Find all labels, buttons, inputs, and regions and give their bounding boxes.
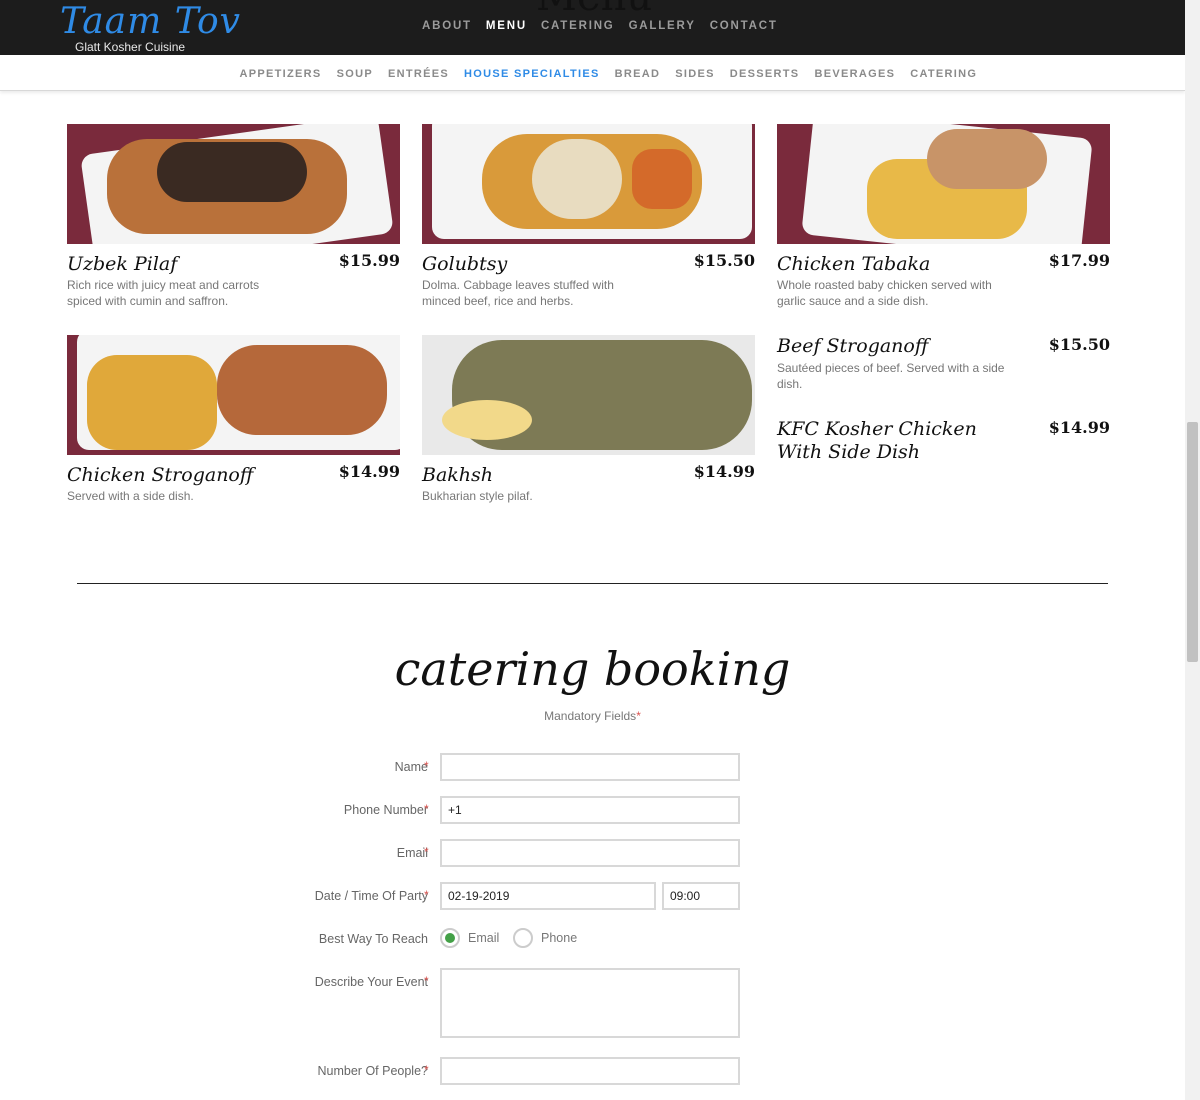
dish-name: Beef Stroganoff [777, 335, 929, 357]
dish-description: Sautéed pieces of beef. Served with a si… [777, 361, 1005, 391]
menu-item-chicken-stroganoff: Chicken Stroganoff $14.99 Served with a … [67, 335, 400, 504]
dish-price: $15.50 [1048, 335, 1110, 354]
reach-label: Best Way To Reach [318, 932, 428, 946]
category-appetizers[interactable]: APPETIZERS [232, 68, 329, 80]
form-title: catering booking [394, 642, 791, 696]
menu-item-golubtsy: Golubtsy $15.50 Dolma. Cabbage leaves st… [422, 124, 755, 309]
time-input[interactable] [662, 882, 740, 910]
category-bread[interactable]: BREAD [607, 68, 668, 80]
dish-description: Whole roasted baby chicken served with g… [777, 278, 992, 308]
mandatory-note: Mandatory Fields* [544, 709, 641, 723]
required-mark: * [424, 759, 429, 773]
menu-item-beef-stroganoff: Beef Stroganoff $15.50 Sautéed pieces of… [777, 335, 1110, 392]
section-divider [77, 583, 1108, 584]
dish-name: Uzbek Pilaf [67, 253, 178, 275]
category-house-specialties[interactable]: HOUSE SPECIALTIES [457, 68, 608, 80]
menu-item-uzbek-pilaf: Uzbek Pilaf $15.99 Rich rice with juicy … [67, 124, 400, 309]
dish-description: Rich rice with juicy meat and carrots sp… [67, 278, 260, 308]
nav-gallery[interactable]: GALLERY [622, 20, 703, 32]
reach-email-label: Email [468, 931, 500, 945]
dish-name: Bakhsh [422, 464, 494, 486]
category-catering[interactable]: CATERING [903, 68, 985, 80]
dish-price: $14.99 [1048, 418, 1110, 437]
dish-photo [422, 335, 755, 455]
dish-description: Dolma. Cabbage leaves stuffed with mince… [422, 278, 614, 308]
required-mark: * [424, 845, 429, 859]
nav-about[interactable]: ABOUT [415, 20, 479, 32]
page-scrollbar[interactable] [1185, 0, 1200, 1100]
dish-price: $17.99 [1048, 251, 1110, 270]
nav-contact[interactable]: CONTACT [703, 20, 785, 32]
phone-label: Phone Number [343, 803, 428, 817]
phone-input[interactable] [440, 796, 740, 824]
event-label: Describe Your Event [314, 975, 428, 989]
main-nav: ABOUT MENU CATERING GALLERY CONTACT [415, 20, 785, 32]
category-entrees[interactable]: ENTRÉES [380, 68, 456, 80]
nav-menu[interactable]: MENU [479, 20, 534, 32]
brand-name: Taam Tov [60, 1, 241, 42]
category-desserts[interactable]: DESSERTS [722, 68, 807, 80]
event-textarea[interactable] [440, 968, 740, 1038]
dish-description: Served with a side dish. [67, 489, 194, 503]
menu-item-bakhsh: Bakhsh $14.99 Bukharian style pilaf. [422, 335, 755, 504]
dish-name: Chicken Stroganoff [67, 464, 254, 486]
required-mark: * [424, 1063, 429, 1077]
required-mark: * [424, 888, 429, 902]
menu-item-kfc-kosher-chicken: KFC Kosher Chicken With Side Dish $14.99 [777, 418, 1110, 464]
email-input[interactable] [440, 839, 740, 867]
scrollbar-thumb[interactable] [1187, 422, 1198, 662]
dish-price: $15.99 [338, 251, 400, 270]
dish-photo [422, 124, 755, 244]
reach-phone-radio[interactable] [513, 928, 533, 948]
dish-price: $15.50 [693, 251, 755, 270]
dish-photo [67, 124, 400, 244]
required-mark: * [424, 802, 429, 816]
date-input[interactable] [440, 882, 656, 910]
top-navbar: Menu Taam Tov Glatt Kosher Cuisine ABOUT… [0, 0, 1185, 55]
menu-category-nav: APPETIZERS SOUP ENTRÉES HOUSE SPECIALTIE… [0, 55, 1185, 91]
people-label: Number Of People? [317, 1064, 428, 1078]
dish-name: KFC Kosher Chicken With Side Dish [777, 418, 977, 463]
category-beverages[interactable]: BEVERAGES [807, 68, 903, 80]
category-soup[interactable]: SOUP [329, 68, 380, 80]
brand-logo[interactable]: Taam Tov Glatt Kosher Cuisine [60, 1, 241, 55]
date-time-label: Date / Time Of Party [314, 889, 428, 903]
dish-photo [777, 124, 1110, 244]
name-input[interactable] [440, 753, 740, 781]
page-heading: Menu [536, 0, 652, 20]
reach-email-radio[interactable] [440, 928, 460, 948]
required-mark: * [424, 974, 429, 988]
menu-item-chicken-tabaka: Chicken Tabaka $17.99 Whole roasted baby… [777, 124, 1110, 309]
reach-phone-label: Phone [541, 931, 578, 945]
dish-price: $14.99 [693, 462, 755, 481]
category-sides[interactable]: SIDES [668, 68, 723, 80]
name-label: Name [394, 760, 428, 774]
brand-tagline: Glatt Kosher Cuisine [75, 40, 186, 54]
dish-name: Chicken Tabaka [777, 253, 931, 275]
dish-price: $14.99 [338, 462, 400, 481]
dish-photo [67, 335, 400, 455]
dish-name: Golubtsy [422, 253, 508, 275]
nav-catering[interactable]: CATERING [534, 20, 622, 32]
people-input[interactable] [440, 1057, 740, 1085]
dish-description: Bukharian style pilaf. [422, 489, 533, 503]
